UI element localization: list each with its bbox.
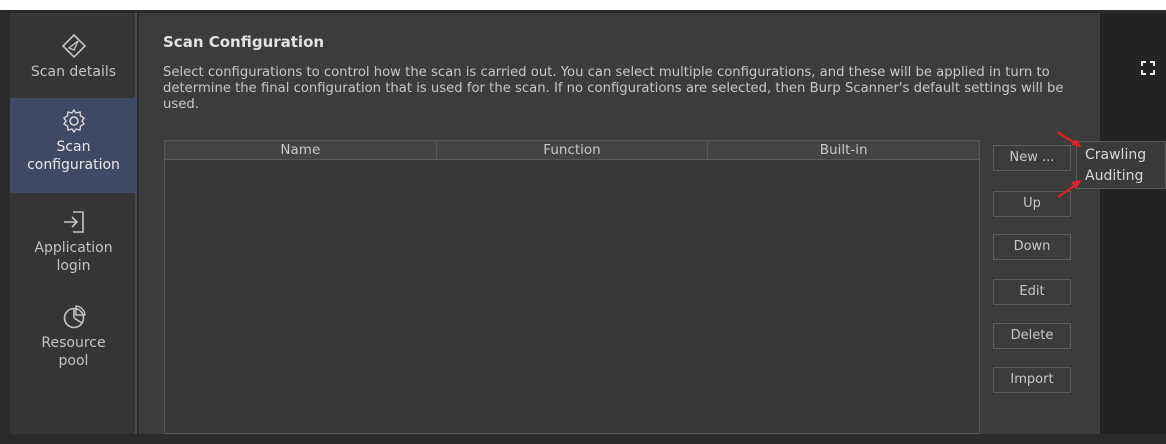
import-button[interactable]: Import: [993, 367, 1071, 393]
right-panel: [1100, 13, 1166, 434]
main-panel: Scan Configuration Select configurations…: [139, 13, 1100, 434]
down-button[interactable]: Down: [993, 234, 1071, 260]
menu-item-crawling[interactable]: Crawling: [1085, 146, 1146, 164]
page-description: Select configurations to control how the…: [163, 65, 1064, 112]
sidebar-item-label: Scan details: [30, 64, 117, 80]
sidebar-item-label: Resource pool: [41, 335, 106, 369]
login-icon: [63, 211, 84, 233]
compass-icon: [61, 33, 86, 59]
sidebar-item-label: Scan configuration: [27, 139, 120, 173]
new-dropdown-menu: Crawling Auditing: [1076, 141, 1166, 189]
sidebar-item-scan-configuration[interactable]: Scan configuration: [10, 98, 137, 193]
pie-chart-icon: [63, 305, 86, 329]
expand-icon[interactable]: [1141, 61, 1155, 75]
configurations-table[interactable]: Name Function Built-in: [164, 140, 980, 434]
sidebar-item-application-login[interactable]: Application login: [10, 203, 137, 293]
annotation-arrow-icon: [1056, 131, 1082, 147]
edit-button[interactable]: Edit: [993, 279, 1071, 305]
annotation-arrow-icon: [1057, 180, 1082, 198]
sidebar-item-scan-details[interactable]: Scan details: [10, 23, 137, 101]
sidebar-item-resource-pool[interactable]: Resource pool: [10, 298, 137, 388]
sidebar-item-label: Application login: [34, 240, 113, 274]
page-title: Scan Configuration: [163, 33, 325, 51]
table-header: Name Function Built-in: [165, 141, 979, 160]
gear-icon: [62, 108, 85, 134]
sidebar: Scan details Scan configuration Applicat…: [10, 13, 137, 434]
column-header-function[interactable]: Function: [437, 141, 709, 159]
column-header-name[interactable]: Name: [165, 141, 437, 159]
column-header-built-in[interactable]: Built-in: [708, 141, 979, 159]
menu-item-auditing[interactable]: Auditing: [1085, 167, 1143, 185]
delete-button[interactable]: Delete: [993, 323, 1071, 349]
